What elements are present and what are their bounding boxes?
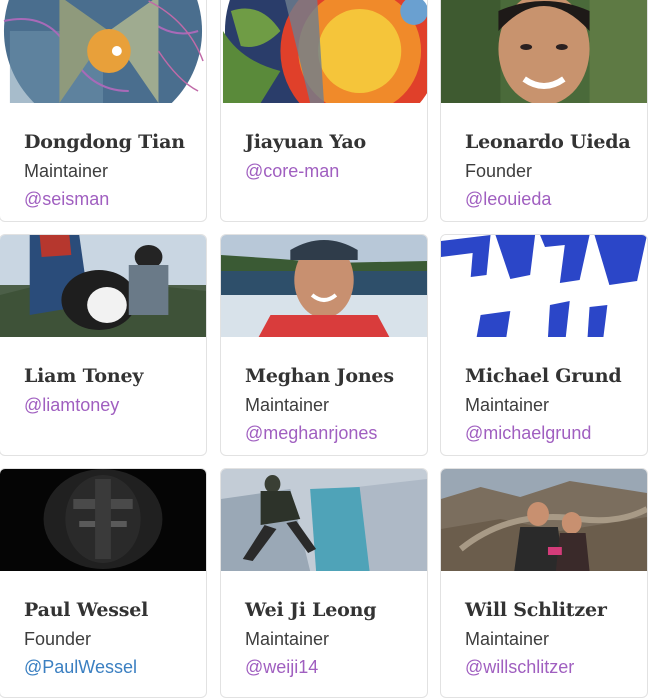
person-handle-link[interactable]: @weiji14 <box>245 657 318 678</box>
person-name: Paul Wessel <box>24 599 149 621</box>
team-grid: Dongdong Tian Maintainer @seisman Jiayua… <box>0 0 648 698</box>
person-role: Maintainer <box>245 629 330 649</box>
person-handle-link[interactable]: @michaelgrund <box>465 423 591 444</box>
person-handle-link[interactable]: @PaulWessel <box>24 657 137 678</box>
person-handle-link[interactable]: @willschlitzer <box>465 657 574 678</box>
person-card: Meghan Jones Maintainer @meghanrjones <box>220 234 428 456</box>
person-name: Dongdong Tian <box>24 131 185 153</box>
person-card: Will Schlitzer Maintainer @willschlitzer <box>440 468 648 698</box>
person-handle-link[interactable]: @meghanrjones <box>245 423 377 444</box>
person-with-dog-photo <box>0 235 206 337</box>
earth-globe-cutaway-image <box>0 0 206 103</box>
person-role: Maintainer <box>465 395 550 415</box>
person-card: Paul Wessel Founder @PaulWessel <box>0 468 207 698</box>
person-card: Dongdong Tian Maintainer @seisman <box>0 0 207 222</box>
person-card: Wei Ji Leong Maintainer @weiji14 <box>220 468 428 698</box>
person-role: Maintainer <box>24 161 109 181</box>
portrait-photo <box>441 0 647 103</box>
person-name: Wei Ji Leong <box>245 599 377 621</box>
person-handle-link[interactable]: @seisman <box>24 189 109 210</box>
person-handle-link[interactable]: @leouieda <box>465 189 551 210</box>
person-role: Founder <box>465 161 533 181</box>
dark-portrait-image <box>0 469 206 571</box>
blue-text-art-image <box>441 235 647 337</box>
person-name: Will Schlitzer <box>465 599 607 621</box>
person-card: Liam Toney @liamtoney <box>0 234 207 456</box>
person-name: Meghan Jones <box>245 365 394 387</box>
person-card: Leonardo Uieda Founder @leouieda <box>440 0 648 222</box>
earth-core-cross-section-image <box>221 0 427 103</box>
person-name: Leonardo Uieda <box>465 131 631 153</box>
couple-great-wall-photo <box>441 469 647 571</box>
person-jumping-ice-photo <box>221 469 427 571</box>
person-name: Liam Toney <box>24 365 144 387</box>
person-card: Michael Grund Maintainer @michaelgrund <box>440 234 648 456</box>
person-card: Jiayuan Yao @core-man <box>220 0 428 222</box>
person-role: Founder <box>24 629 92 649</box>
person-handle-link[interactable]: @liamtoney <box>24 395 119 416</box>
person-role: Maintainer <box>465 629 550 649</box>
person-handle-link[interactable]: @core-man <box>245 161 339 182</box>
person-at-coast-photo <box>221 235 427 337</box>
person-role: Maintainer <box>245 395 330 415</box>
person-name: Jiayuan Yao <box>245 131 366 153</box>
person-name: Michael Grund <box>465 365 622 387</box>
